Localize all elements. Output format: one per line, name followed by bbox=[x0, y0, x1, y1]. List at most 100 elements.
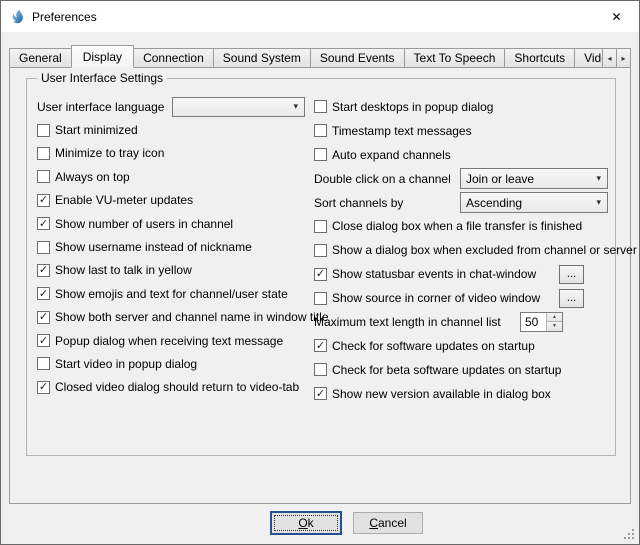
checkbox-box[interactable]: ✓ bbox=[37, 194, 50, 207]
checkbox-new-version-dialog[interactable]: ✓ Show new version available in dialog b… bbox=[314, 382, 608, 406]
checkbox-label: Check for beta software updates on start… bbox=[332, 363, 561, 377]
user-interface-settings-group: User Interface Settings User interface l… bbox=[26, 78, 616, 456]
checkbox-check-beta-updates[interactable]: Check for beta software updates on start… bbox=[314, 358, 608, 382]
checkbox-box[interactable] bbox=[37, 124, 50, 137]
checkbox-enable-vu-meter[interactable]: ✓ Enable VU-meter updates bbox=[37, 189, 305, 212]
double-click-row: Double click on a channel Join or leave … bbox=[314, 167, 608, 191]
checkbox-box[interactable]: ✓ bbox=[37, 311, 50, 324]
checkbox-label: Timestamp text messages bbox=[332, 124, 472, 138]
tab-sound-events[interactable]: Sound Events bbox=[310, 48, 405, 68]
checkbox-popup-text-message[interactable]: ✓ Popup dialog when receiving text messa… bbox=[37, 329, 305, 352]
ok-button[interactable]: Ok bbox=[271, 512, 341, 534]
checkbox-check-updates[interactable]: ✓ Check for software updates on startup bbox=[314, 334, 608, 358]
checkbox-timestamp-messages[interactable]: Timestamp text messages bbox=[314, 119, 608, 143]
checkbox-box[interactable]: ✓ bbox=[314, 387, 327, 400]
tab-text-to-speech[interactable]: Text To Speech bbox=[404, 48, 506, 68]
checkbox-statusbar-events[interactable]: ✓ Show statusbar events in chat-window .… bbox=[314, 262, 608, 286]
checkbox-server-channel-title[interactable]: ✓ Show both server and channel name in w… bbox=[37, 306, 305, 329]
checkbox-last-to-talk[interactable]: ✓ Show last to talk in yellow bbox=[37, 259, 305, 282]
tab-general[interactable]: General bbox=[9, 48, 72, 68]
max-text-length-spinner[interactable]: 50 ▲ ▼ bbox=[520, 312, 563, 332]
checkbox-label: Show statusbar events in chat-window bbox=[332, 267, 536, 281]
checkbox-auto-expand-channels[interactable]: Auto expand channels bbox=[314, 143, 608, 167]
tab-connection[interactable]: Connection bbox=[133, 48, 214, 68]
checkbox-show-username[interactable]: Show username instead of nickname bbox=[37, 235, 305, 258]
checkbox-minimize-to-tray[interactable]: Minimize to tray icon bbox=[37, 142, 305, 165]
checkbox-box[interactable] bbox=[37, 170, 50, 183]
checkbox-box[interactable]: ✓ bbox=[314, 339, 327, 352]
max-text-length-label: Maximum text length in channel list bbox=[314, 315, 501, 329]
language-combobox[interactable]: ▾ bbox=[172, 97, 305, 117]
checkbox-box[interactable] bbox=[314, 148, 327, 161]
checkbox-label: Always on top bbox=[55, 170, 130, 184]
checkbox-start-desktops-popup[interactable]: Start desktops in popup dialog bbox=[314, 95, 608, 119]
tab-scrollers: ◂ ▸ bbox=[603, 48, 631, 68]
tab-scroll-left-button[interactable]: ◂ bbox=[602, 48, 617, 68]
checkbox-close-file-transfer[interactable]: Close dialog box when a file transfer is… bbox=[314, 214, 608, 238]
checkbox-box[interactable]: ✓ bbox=[37, 217, 50, 230]
title-bar[interactable]: Preferences ✕ bbox=[1, 1, 639, 32]
resize-grip-icon[interactable] bbox=[624, 529, 635, 540]
tab-sound-system[interactable]: Sound System bbox=[213, 48, 311, 68]
checkbox-box[interactable] bbox=[314, 124, 327, 137]
language-row: User interface language ▾ bbox=[37, 95, 305, 118]
checkbox-label: Show last to talk in yellow bbox=[55, 263, 192, 277]
double-click-label: Double click on a channel bbox=[314, 172, 451, 186]
combobox-value: Ascending bbox=[461, 196, 590, 210]
spinner-value: 50 bbox=[521, 313, 546, 331]
checkbox-dialog-when-excluded[interactable]: Show a dialog box when excluded from cha… bbox=[314, 238, 608, 262]
checkbox-always-on-top[interactable]: Always on top bbox=[37, 165, 305, 188]
checkbox-box[interactable]: ✓ bbox=[37, 334, 50, 347]
checkbox-label: Show a dialog box when excluded from cha… bbox=[332, 243, 637, 257]
cancel-button[interactable]: Cancel bbox=[353, 512, 423, 534]
checkbox-start-minimized[interactable]: Start minimized bbox=[37, 118, 305, 141]
checkbox-closed-video-return[interactable]: ✓ Closed video dialog should return to v… bbox=[37, 376, 305, 399]
checkbox-label: Minimize to tray icon bbox=[55, 146, 164, 160]
checkbox-label: Start desktops in popup dialog bbox=[332, 100, 493, 114]
tab-bar: General Display Connection Sound System … bbox=[9, 45, 631, 68]
checkbox-label: Popup dialog when receiving text message bbox=[55, 334, 283, 348]
tab-display[interactable]: Display bbox=[71, 45, 134, 68]
statusbar-events-more-button[interactable]: ... bbox=[559, 265, 584, 284]
checkbox-box[interactable] bbox=[314, 363, 327, 376]
tab-shortcuts[interactable]: Shortcuts bbox=[504, 48, 575, 68]
checkbox-box[interactable]: ✓ bbox=[314, 268, 327, 281]
video-source-more-button[interactable]: ... bbox=[559, 289, 584, 308]
checkbox-label: Auto expand channels bbox=[332, 148, 451, 162]
checkbox-box[interactable] bbox=[37, 147, 50, 160]
spin-down-button[interactable]: ▼ bbox=[547, 322, 562, 331]
checkbox-box[interactable] bbox=[37, 241, 50, 254]
language-label: User interface language bbox=[37, 100, 164, 114]
left-column: User interface language ▾ Start minimize… bbox=[37, 95, 305, 399]
sort-channels-combobox[interactable]: Ascending ▾ bbox=[460, 192, 608, 213]
sort-channels-label: Sort channels by bbox=[314, 196, 403, 210]
checkbox-label: Show emojis and text for channel/user st… bbox=[55, 287, 288, 301]
chevron-down-icon: ▾ bbox=[590, 173, 607, 184]
sort-channels-row: Sort channels by Ascending ▾ bbox=[314, 191, 608, 215]
combobox-value: Join or leave bbox=[461, 172, 590, 186]
checkbox-box[interactable]: ✓ bbox=[37, 287, 50, 300]
checkbox-label: Close dialog box when a file transfer is… bbox=[332, 219, 582, 233]
checkbox-label: Closed video dialog should return to vid… bbox=[55, 380, 299, 394]
checkbox-label: Show username instead of nickname bbox=[55, 240, 252, 254]
checkbox-video-source-corner[interactable]: Show source in corner of video window ..… bbox=[314, 286, 608, 310]
checkbox-box[interactable]: ✓ bbox=[37, 381, 50, 394]
checkbox-show-user-count[interactable]: ✓ Show number of users in channel bbox=[37, 212, 305, 235]
app-icon bbox=[10, 9, 26, 25]
checkbox-box[interactable] bbox=[314, 220, 327, 233]
checkbox-box[interactable] bbox=[37, 357, 50, 370]
window-title: Preferences bbox=[32, 10, 97, 24]
checkbox-box[interactable] bbox=[314, 244, 327, 257]
spinner-buttons: ▲ ▼ bbox=[546, 313, 562, 331]
close-button[interactable]: ✕ bbox=[594, 1, 639, 32]
spin-up-button[interactable]: ▲ bbox=[547, 313, 562, 322]
max-text-length-row: Maximum text length in channel list 50 ▲… bbox=[314, 310, 608, 334]
checkbox-label: Check for software updates on startup bbox=[332, 339, 535, 353]
tab-scroll-right-button[interactable]: ▸ bbox=[616, 48, 631, 68]
checkbox-show-emojis[interactable]: ✓ Show emojis and text for channel/user … bbox=[37, 282, 305, 305]
double-click-combobox[interactable]: Join or leave ▾ bbox=[460, 168, 608, 189]
checkbox-box[interactable]: ✓ bbox=[37, 264, 50, 277]
checkbox-box[interactable] bbox=[314, 100, 327, 113]
checkbox-start-video-popup[interactable]: Start video in popup dialog bbox=[37, 352, 305, 375]
checkbox-box[interactable] bbox=[314, 292, 327, 305]
